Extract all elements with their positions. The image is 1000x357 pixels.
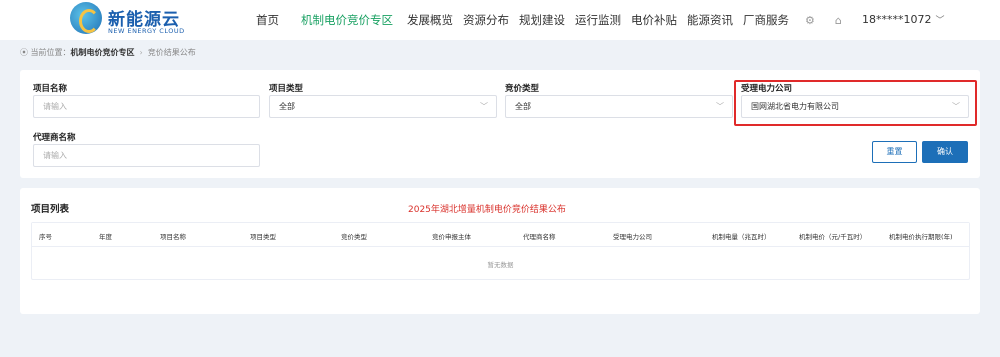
agent-name-input[interactable]: 请输入 [33,144,260,167]
project-type-label: 项目类型 [269,84,304,94]
column-header-mechanism-price: 机制电价（元/千瓦时） [799,233,867,241]
breadcrumb: ⦿ 当前位置：机制电价竞价专区 › 竞价结果公布 [20,47,196,58]
settings-icon[interactable]: ⚙ [805,14,815,27]
project-name-label: 项目名称 [33,84,68,94]
breadcrumb-separator-icon: › [139,48,143,57]
nav-item-vendor[interactable]: 厂商服务 [743,12,789,28]
column-header-mechanism-energy: 机制电量（兆瓦时） [712,233,771,241]
breadcrumb-current[interactable]: 机制电价竞价专区 [71,48,135,57]
nav-item-resources[interactable]: 资源分布 [463,12,509,28]
bid-type-value: 全部 [515,102,531,111]
user-account: 18*****1072 [862,13,932,26]
bid-type-select[interactable]: 全部 ﹀ [505,95,733,118]
nav-item-overview[interactable]: 发展概览 [407,12,453,28]
chevron-down-icon: ﹀ [716,102,724,111]
main-nav: 首页 机制电价竞价专区 发展概览 资源分布 规划建设 运行监测 电价补贴 能源资… [256,0,856,40]
agent-name-label: 代理商名称 [33,133,76,143]
project-list-title: 项目列表 [31,204,70,215]
column-header-year: 年度 [99,233,112,241]
empty-state: 暂无数据 [487,261,514,269]
nav-item-monitoring[interactable]: 运行监测 [575,12,621,28]
column-header-project-type: 项目类型 [250,233,276,241]
top-header: 新能源云 NEW ENERGY CLOUD 首页 机制电价竞价专区 发展概览 资… [0,0,1000,40]
home-icon[interactable]: ⌂ [835,14,842,27]
column-header-bid-type: 竞价类型 [341,233,367,241]
column-header-bidder: 竞价申报主体 [432,233,471,241]
project-table: 序号 年度 项目名称 项目类型 竞价类型 竞价申报主体 代理商名称 受理电力公司… [31,222,970,280]
column-header-power-company: 受理电力公司 [613,233,652,241]
project-type-value: 全部 [279,102,295,111]
project-name-input[interactable]: 请输入 [33,95,260,118]
reset-button[interactable]: 重置 [872,141,917,163]
nav-item-home[interactable]: 首页 [256,12,279,28]
nav-item-news[interactable]: 能源资讯 [687,12,733,28]
column-header-price-term: 机制电价执行期限(年) [889,233,953,241]
table-header: 序号 年度 项目名称 项目类型 竞价类型 竞价申报主体 代理商名称 受理电力公司… [32,223,969,247]
nav-item-mechanism-bidding[interactable]: 机制电价竞价专区 [301,12,393,28]
user-menu[interactable]: 18*****1072 ﹀ [862,13,945,26]
logo-icon [70,2,102,34]
column-header-agent: 代理商名称 [523,233,556,241]
bid-type-label: 竞价类型 [505,84,540,94]
results-announcement-title: 2025年湖北增量机制电价竞价结果公布 [408,205,566,215]
chevron-down-icon: ﹀ [480,102,488,111]
breadcrumb-page: 竞价结果公布 [147,48,196,57]
logo-subtext: NEW ENERGY CLOUD [108,27,185,35]
confirm-button[interactable]: 确认 [922,141,968,163]
column-header-index: 序号 [39,233,52,241]
nav-item-planning[interactable]: 规划建设 [519,12,565,28]
project-type-select[interactable]: 全部 ﹀ [269,95,497,118]
nav-item-subsidy[interactable]: 电价补贴 [631,12,677,28]
highlight-box [734,80,977,126]
breadcrumb-prefix: 当前位置： [30,48,71,57]
logo[interactable]: 新能源云 NEW ENERGY CLOUD [70,2,190,38]
location-icon: ⦿ [20,48,28,57]
chevron-down-icon: ﹀ [935,16,945,26]
column-header-project-name: 项目名称 [160,233,186,241]
